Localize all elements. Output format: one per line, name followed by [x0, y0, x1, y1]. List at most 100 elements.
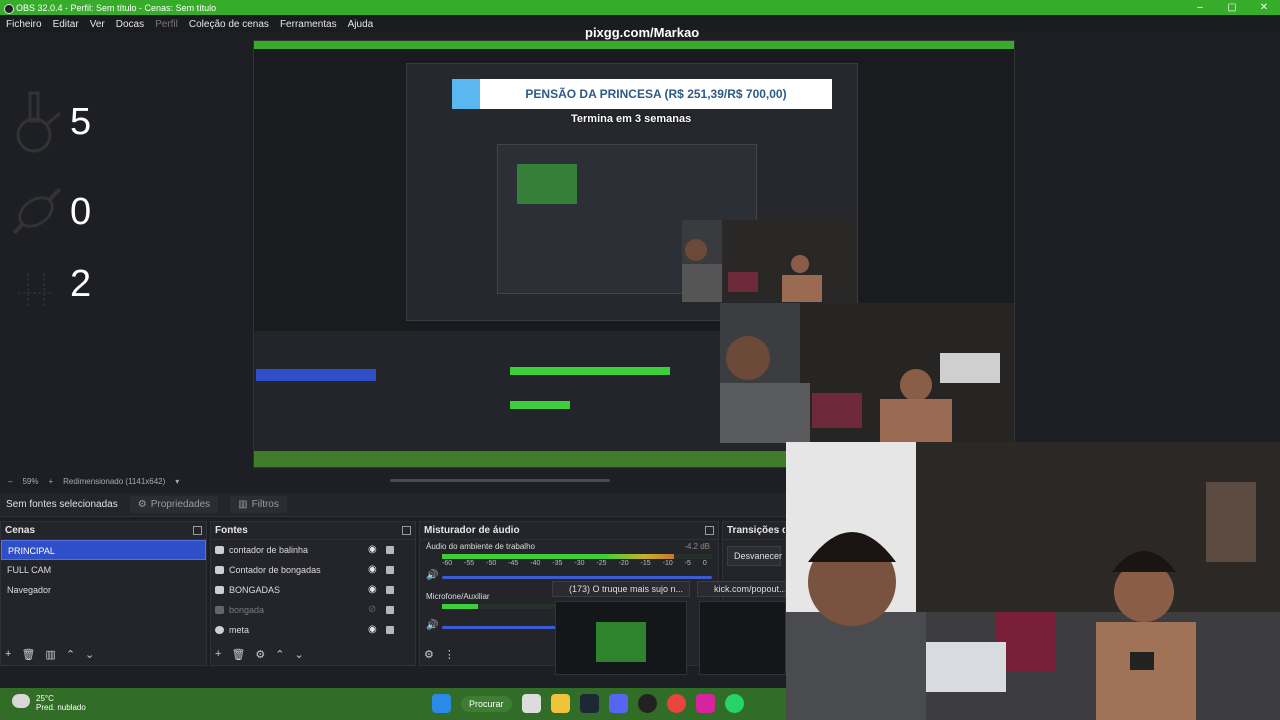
zoom-in-button[interactable]: +	[48, 477, 53, 486]
discord-icon[interactable]	[608, 694, 628, 713]
source-type-icon	[215, 546, 224, 554]
properties-label: Propriedades	[150, 499, 211, 510]
minimize-button[interactable]: –	[1184, 0, 1216, 15]
scene-item-full-cam[interactable]: FULL CAM	[1, 560, 206, 580]
properties-bar: Sem fontes selecionadas ⚙ Propriedades ▥…	[0, 493, 786, 517]
move-down-icon[interactable]: ⌄	[295, 648, 304, 661]
move-down-icon[interactable]: ⌄	[85, 648, 94, 661]
scene-item-navegador[interactable]: Navegador	[1, 580, 206, 600]
nested-title	[254, 41, 1014, 49]
obs-icon[interactable]	[637, 694, 657, 713]
lock-icon[interactable]	[386, 626, 394, 634]
delete-icon[interactable]: 🗑	[21, 648, 35, 661]
browser-tab-label: kick.com/popout...	[714, 584, 786, 594]
volume-slider[interactable]	[442, 626, 562, 629]
scene-item-principal[interactable]: PRINCIPAL	[1, 540, 206, 560]
windows-start-icon[interactable]	[432, 694, 451, 713]
visibility-icon[interactable]: ◉	[368, 585, 377, 595]
menu-ficheiro[interactable]: Ficheiro	[6, 19, 42, 30]
lock-icon[interactable]	[386, 586, 394, 594]
volume-slider[interactable]	[442, 576, 712, 579]
source-item[interactable]: BONGADAS ◉	[211, 580, 415, 600]
menu-perfil[interactable]: Perfil	[155, 19, 178, 30]
task-view-icon[interactable]	[521, 694, 541, 713]
source-label: meta	[229, 625, 250, 635]
preview-scrollbar[interactable]	[390, 479, 610, 482]
channel-meter	[442, 604, 562, 609]
preview-canvas[interactable]: 5 0 2 PENSÃO DA PRINCESA (R$ 251,39/R$ 7…	[0, 33, 1280, 720]
source-item[interactable]: bongada ⊘	[211, 600, 415, 620]
mixer-title: Misturador de áudio	[424, 525, 520, 536]
channel-name: Áudio do ambiente de trabalho	[426, 542, 535, 551]
filter-scene-icon[interactable]: ▥	[45, 648, 55, 661]
close-button[interactable]: ✕	[1248, 0, 1280, 15]
menu-ajuda[interactable]: Ajuda	[348, 19, 374, 30]
zoom-bar: – 59% + Redimensionado (1141x642) ▾	[0, 473, 786, 489]
menu-ver[interactable]: Ver	[90, 19, 105, 30]
browser-tab-kick[interactable]: kick.com/popout...	[697, 581, 786, 597]
menu-editar[interactable]: Editar	[53, 19, 79, 30]
source-item[interactable]: contador de balinha ◉	[211, 540, 415, 560]
visibility-icon[interactable]: ◉	[368, 545, 377, 555]
visibility-icon[interactable]: ◉	[368, 565, 377, 575]
taskbar-search[interactable]: Procurar	[461, 695, 512, 712]
meter-fill	[442, 604, 478, 609]
dock-undock-icon[interactable]	[402, 526, 411, 535]
window-thumbnail-kick[interactable]	[699, 601, 786, 675]
window-thumbnail-youtube[interactable]	[555, 601, 687, 675]
settings-icon[interactable]: ⚙	[424, 648, 434, 661]
lock-icon[interactable]	[386, 606, 394, 614]
maximize-button[interactable]: ▢	[1216, 0, 1248, 15]
source-label: contador de balinha	[229, 545, 309, 555]
nested-menu	[254, 49, 1014, 58]
speaker-icon[interactable]: 🔊	[426, 620, 438, 631]
lock-icon[interactable]	[386, 546, 394, 554]
counter-bong: 5	[8, 91, 91, 153]
add-icon[interactable]: +	[215, 648, 221, 661]
source-label: BONGADAS	[229, 585, 281, 595]
move-up-icon[interactable]: ⌃	[275, 648, 284, 661]
camera-image-small	[682, 220, 857, 302]
hidden-icon[interactable]: ⊘	[368, 605, 376, 615]
browser-tab-youtube[interactable]: (173) O truque mais sujo n...	[552, 581, 690, 597]
visibility-icon[interactable]: ◉	[368, 625, 377, 635]
bottle-icon	[18, 273, 54, 307]
sources-dock: Fontes contador de balinha ◉ Contador de…	[210, 521, 416, 666]
weather-widget[interactable]: 25°C Pred. nublado	[12, 694, 86, 712]
source-type-icon	[215, 626, 224, 634]
file-explorer-icon[interactable]	[550, 694, 570, 713]
chrome-icon[interactable]	[666, 694, 686, 713]
weather-temp: 25°C	[36, 694, 54, 703]
menu-dots-icon[interactable]: ⋮	[444, 648, 455, 661]
properties-button[interactable]: ⚙ Propriedades	[129, 496, 219, 513]
source-type-icon	[215, 586, 224, 594]
filters-button[interactable]: ▥ Filtros	[230, 496, 287, 513]
add-icon[interactable]: +	[5, 648, 11, 661]
lock-icon[interactable]	[386, 566, 394, 574]
whatsapp-icon[interactable]	[724, 694, 744, 713]
transitions-header: Transições de	[723, 522, 785, 540]
menu-docas[interactable]: Docas	[116, 19, 144, 30]
settings-icon[interactable]: ⚙	[255, 648, 265, 661]
title-bar: OBS 32.0.4 - Perfil: Sem título - Cenas:…	[0, 0, 1280, 15]
source-item[interactable]: meta ◉	[211, 620, 415, 640]
steam-icon[interactable]	[579, 694, 599, 713]
filter-icon: ▥	[238, 499, 248, 510]
resize-dropdown-icon[interactable]: ▾	[175, 477, 179, 486]
dock-undock-icon[interactable]	[193, 526, 202, 535]
zoom-out-button[interactable]: –	[8, 477, 12, 486]
donation-goal-subtitle: Termina em 3 semanas	[571, 113, 692, 125]
source-item[interactable]: Contador de bongadas ◉	[211, 560, 415, 580]
instagram-icon[interactable]	[695, 694, 715, 713]
move-up-icon[interactable]: ⌃	[66, 648, 75, 661]
dock-undock-icon[interactable]	[705, 526, 714, 535]
delete-icon[interactable]: 🗑	[231, 648, 245, 661]
counter-bottle-value: 2	[70, 262, 92, 305]
menu-colecao-cenas[interactable]: Coleção de cenas	[189, 19, 269, 30]
transition-select[interactable]: Desvanecer	[727, 546, 782, 566]
counter-candy-value: 0	[70, 190, 92, 233]
counter-bottle: 2	[8, 253, 91, 315]
menu-ferramentas[interactable]: Ferramentas	[280, 19, 337, 30]
speaker-icon[interactable]: 🔊	[426, 570, 438, 581]
meter-fill	[442, 554, 675, 559]
